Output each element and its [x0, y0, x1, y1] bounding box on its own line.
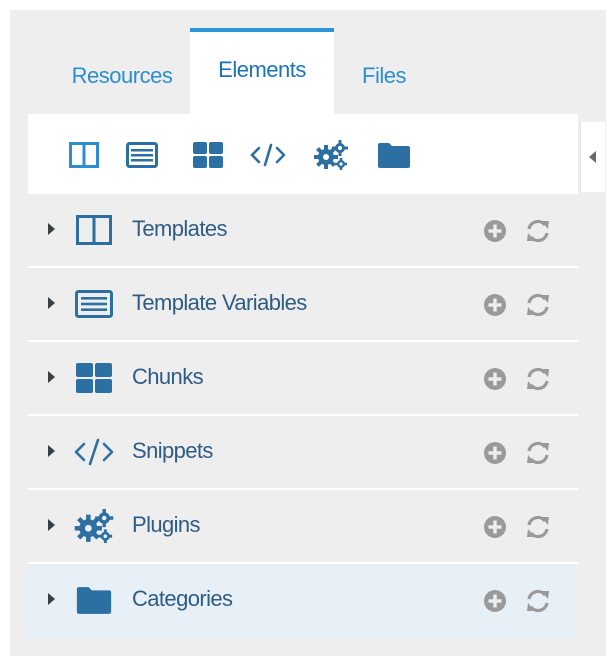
tree-item-categories[interactable]: Categories	[28, 564, 578, 638]
add-icon[interactable]	[483, 293, 507, 317]
chunks-icon	[76, 363, 112, 393]
add-icon[interactable]	[483, 219, 507, 243]
new-category-button[interactable]	[376, 140, 412, 170]
templates-icon	[76, 215, 112, 245]
tree-item-template-variables[interactable]: Template Variables	[28, 268, 578, 342]
refresh-icon[interactable]	[524, 587, 552, 615]
expand-arrow-icon[interactable]	[48, 371, 55, 383]
tree-item-templates[interactable]: Templates	[28, 194, 578, 268]
refresh-icon[interactable]	[524, 217, 552, 245]
element-toolbar	[28, 114, 578, 194]
template-variables-icon-wrap	[72, 287, 116, 321]
expand-arrow-icon[interactable]	[48, 297, 55, 309]
add-icon[interactable]	[483, 589, 507, 613]
add-icon[interactable]	[483, 441, 507, 465]
snippets-icon	[250, 143, 286, 167]
template-variables-icon	[75, 290, 113, 318]
plugins-icon	[314, 140, 348, 170]
tab-elements[interactable]: Elements	[190, 28, 334, 114]
categories-icon-wrap	[72, 583, 116, 617]
categories-icon	[378, 143, 410, 168]
tab-bar: Resources Elements Files	[28, 28, 588, 114]
templates-icon	[69, 142, 99, 168]
tree-item-label: Categories	[132, 586, 233, 611]
template-variables-icon	[126, 142, 158, 168]
chunks-icon	[193, 142, 223, 168]
plugins-icon-wrap	[72, 509, 116, 543]
expand-arrow-icon[interactable]	[48, 519, 55, 531]
tree-item-label: Templates	[132, 216, 227, 241]
new-snippet-button[interactable]	[250, 140, 286, 170]
expand-arrow-icon[interactable]	[48, 445, 55, 457]
expand-arrow-icon[interactable]	[48, 593, 55, 605]
refresh-icon[interactable]	[524, 439, 552, 467]
templates-icon-wrap	[72, 213, 116, 247]
tree-item-chunks[interactable]: Chunks	[28, 342, 578, 416]
tab-resources[interactable]: Resources	[42, 28, 202, 114]
tree-item-snippets[interactable]: Snippets	[28, 416, 578, 490]
tab-files-label: Files	[362, 63, 406, 88]
refresh-icon[interactable]	[524, 513, 552, 541]
collapse-panel-button[interactable]	[580, 122, 605, 192]
refresh-icon[interactable]	[524, 291, 552, 319]
snippets-icon-wrap	[72, 435, 116, 469]
plugins-icon	[74, 509, 114, 543]
tab-elements-label: Elements	[218, 57, 306, 82]
expand-arrow-icon[interactable]	[48, 223, 55, 235]
tree-item-label: Chunks	[132, 364, 204, 389]
tab-resources-label: Resources	[71, 63, 173, 88]
tree-item-label: Template Variables	[132, 290, 307, 315]
snippets-icon	[74, 438, 114, 466]
new-chunk-button[interactable]	[190, 140, 226, 170]
refresh-icon[interactable]	[524, 365, 552, 393]
tree-item-plugins[interactable]: Plugins	[28, 490, 578, 564]
new-plugin-button[interactable]	[313, 140, 349, 170]
tree-item-label: Plugins	[132, 512, 201, 537]
tab-files[interactable]: Files	[334, 28, 434, 114]
new-tv-button[interactable]	[124, 140, 160, 170]
element-tree: Templates Template Variables Chunks Snip…	[28, 194, 578, 638]
chunks-icon-wrap	[72, 361, 116, 395]
new-template-button[interactable]	[66, 140, 102, 170]
add-icon[interactable]	[483, 515, 507, 539]
tree-item-label: Snippets	[132, 438, 213, 463]
add-icon[interactable]	[483, 367, 507, 391]
caret-left-icon	[589, 151, 596, 163]
categories-icon	[76, 587, 112, 614]
